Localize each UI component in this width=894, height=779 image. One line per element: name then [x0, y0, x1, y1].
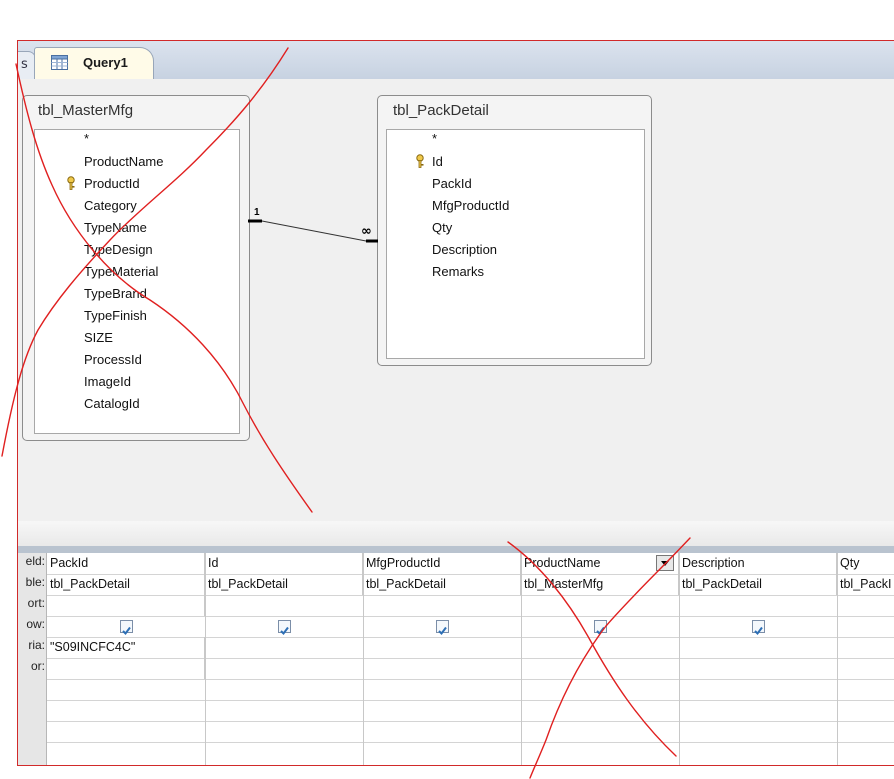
field-item[interactable]: Id: [432, 154, 443, 169]
dropdown-arrow-icon[interactable]: [656, 555, 674, 571]
table-tbl-packdetail[interactable]: tbl_PackDetail * Id PackId MfgProductId …: [377, 95, 652, 366]
table-title-tbl-packdetail[interactable]: tbl_PackDetail: [393, 102, 489, 119]
tab-query1[interactable]: Query1: [34, 47, 154, 80]
relationship-many-label: ∞: [361, 224, 372, 239]
field-item[interactable]: Remarks: [432, 264, 484, 279]
field-item[interactable]: SIZE: [84, 330, 113, 345]
grid-criteria-cell[interactable]: "S09INCFC4C": [47, 637, 205, 658]
row-header-field: eld:: [25, 554, 45, 568]
grid-field-cell[interactable]: PackId: [47, 553, 205, 574]
access-query-designer-window: s Query1 tbl_MasterMfg * ProductName Pro…: [17, 40, 894, 766]
field-item[interactable]: Description: [432, 242, 497, 257]
field-list-tbl-mastermfg[interactable]: * ProductName ProductId Category TypeNam…: [34, 129, 240, 434]
field-item[interactable]: TypeMaterial: [84, 264, 158, 279]
checkbox-checked-icon[interactable]: [278, 620, 291, 636]
row-header-table: ble:: [25, 575, 45, 589]
field-item[interactable]: TypeFinish: [84, 308, 147, 323]
table-title-tbl-mastermfg[interactable]: tbl_MasterMfg: [38, 102, 133, 119]
tab-previous-label: s: [21, 57, 28, 72]
row-header-or: or:: [30, 659, 45, 673]
grid-field-cell[interactable]: Description: [679, 553, 837, 574]
grid-sort-cell[interactable]: [47, 595, 205, 616]
checkbox-checked-icon[interactable]: [594, 620, 607, 636]
grid-table-cell[interactable]: tbl_PackDetail: [47, 574, 205, 595]
checkbox-checked-icon[interactable]: [120, 620, 133, 636]
field-item[interactable]: ImageId: [84, 374, 131, 389]
field-item[interactable]: *: [84, 131, 89, 146]
primary-key-icon: [416, 154, 424, 168]
query-datasheet-icon: [51, 55, 68, 70]
field-item[interactable]: *: [432, 131, 437, 146]
field-list-tbl-packdetail[interactable]: * Id PackId MfgProductId Qty Description…: [386, 129, 645, 359]
field-item[interactable]: TypeName: [84, 220, 147, 235]
grid-table-cell[interactable]: tbl_MasterMfg: [521, 574, 679, 595]
checkbox-checked-icon[interactable]: [436, 620, 449, 636]
document-tab-strip: s Query1: [18, 41, 894, 80]
relationship-one-label: 1: [254, 207, 260, 218]
field-item[interactable]: CatalogId: [84, 396, 140, 411]
row-header-show: ow:: [26, 617, 45, 631]
field-item[interactable]: PackId: [432, 176, 472, 191]
grid-field-cell[interactable]: Id: [205, 553, 363, 574]
field-item[interactable]: Category: [84, 198, 137, 213]
field-item[interactable]: ProductId: [84, 176, 140, 191]
field-item[interactable]: ProcessId: [84, 352, 142, 367]
field-item[interactable]: TypeBrand: [84, 286, 147, 301]
grid-table-cell[interactable]: tbl_PackDetail: [363, 574, 521, 595]
grid-table-cell[interactable]: tbl_PackDetail: [679, 574, 837, 595]
query-design-grid[interactable]: PackId tbl_PackDetail "S09INCFC4C" Id tb…: [46, 553, 894, 765]
row-header-criteria: ria:: [28, 638, 45, 652]
query-design-pane[interactable]: tbl_MasterMfg * ProductName ProductId Ca…: [18, 79, 894, 521]
row-header-sort: ort:: [27, 596, 45, 610]
field-item[interactable]: MfgProductId: [432, 198, 509, 213]
relationship-join-line[interactable]: 1 ∞: [248, 199, 388, 249]
grid-table-cell[interactable]: tbl_PackDetail: [205, 574, 363, 595]
primary-key-icon: [67, 176, 75, 190]
field-item[interactable]: TypeDesign: [84, 242, 153, 257]
grid-header-bar: [18, 546, 894, 553]
checkbox-checked-icon[interactable]: [752, 620, 765, 636]
grid-field-cell[interactable]: MfgProductId: [363, 553, 521, 574]
grid-row-headers: eld: ble: ort: ow: ria: or:: [18, 553, 46, 765]
field-item[interactable]: ProductName: [84, 154, 163, 169]
grid-or-cell[interactable]: [47, 658, 205, 679]
field-item[interactable]: Qty: [432, 220, 452, 235]
grid-field-cell[interactable]: Qty: [837, 553, 894, 574]
grid-table-cell[interactable]: tbl_PackI: [837, 574, 894, 595]
tab-query1-label: Query1: [83, 55, 128, 70]
table-tbl-mastermfg[interactable]: tbl_MasterMfg * ProductName ProductId Ca…: [22, 95, 250, 441]
pane-splitter[interactable]: [18, 521, 894, 546]
